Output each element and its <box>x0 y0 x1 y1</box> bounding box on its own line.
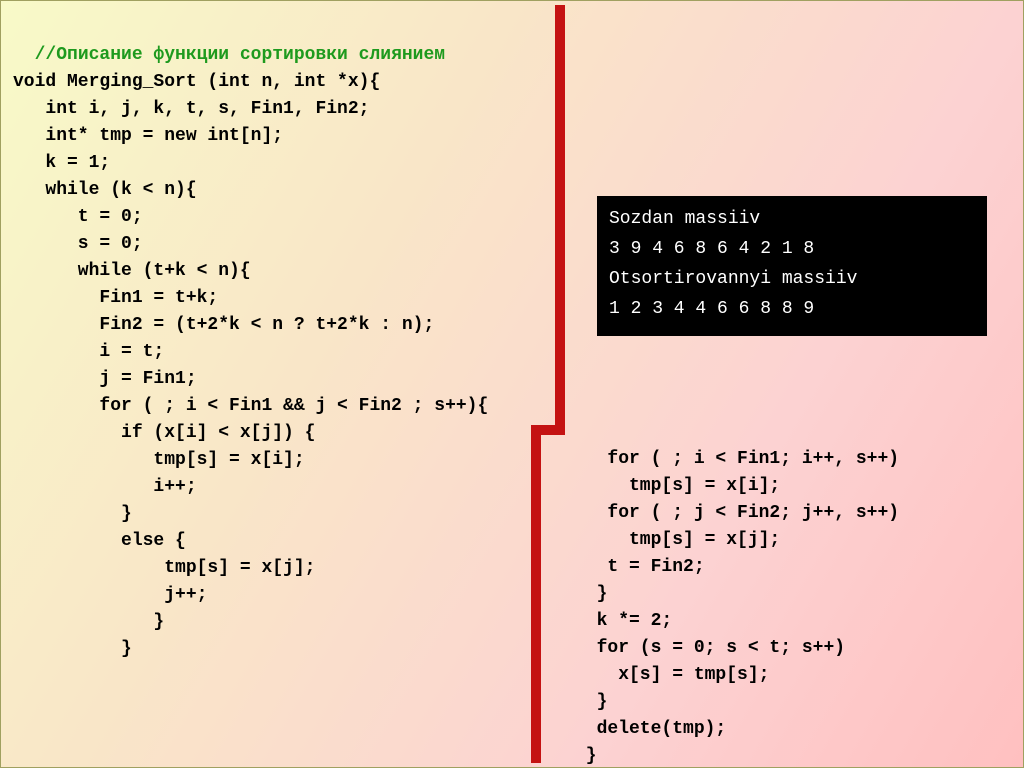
divider-vertical-bottom <box>531 433 541 763</box>
console-output: Sozdan massiiv 3 9 4 6 8 6 4 2 1 8 Otsor… <box>597 196 987 336</box>
console-line-2: 3 9 4 6 8 6 4 2 1 8 <box>609 234 975 264</box>
divider-vertical-top <box>555 5 565 433</box>
code-body-left: void Merging_Sort (int n, int *x){ int i… <box>13 72 488 659</box>
console-line-1: Sozdan massiiv <box>609 204 975 234</box>
console-line-4: 1 2 3 4 4 6 6 8 8 9 <box>609 294 975 324</box>
console-line-3: Otsortirovannyi massiiv <box>609 264 975 294</box>
code-comment: //Описание функции сортировки слиянием <box>35 45 445 65</box>
code-block-right: for ( ; i < Fin1; i++, s++) tmp[s] = x[i… <box>575 446 899 768</box>
code-block-left: //Описание функции сортировки слиянием v… <box>13 15 488 663</box>
